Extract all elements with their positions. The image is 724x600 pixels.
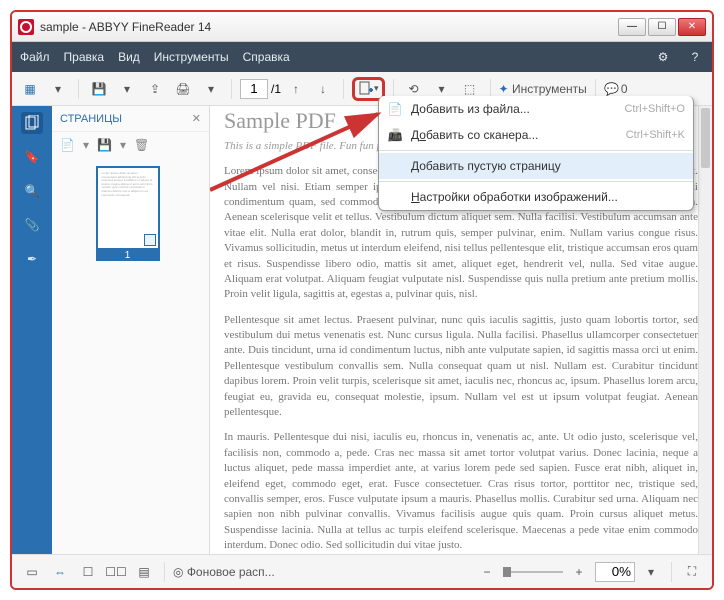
fit-width-icon[interactable]: ⇔ [48, 560, 72, 584]
layout-2-icon[interactable]: ☐☐ [104, 560, 128, 584]
print-button[interactable]: 🖨 [171, 77, 195, 101]
menu-view[interactable]: Вид [118, 50, 140, 64]
scanner-icon: 📠 [387, 128, 403, 142]
add-page-dropdown: 📄 ДДобавить из файла...обавить из файла.… [378, 96, 694, 211]
pages-tab-icon[interactable] [21, 112, 43, 134]
menu-help[interactable]: Справка [243, 50, 290, 64]
search-tab-icon[interactable]: 🔍 [21, 180, 43, 202]
zoom-out-button[interactable]: − [475, 560, 499, 584]
fit-page-icon[interactable]: ▭ [20, 560, 44, 584]
panel-save-icon[interactable]: 💾 [97, 138, 112, 152]
close-button[interactable]: ✕ [678, 18, 706, 36]
dropdown-image-settings[interactable]: Настройки обработки изображений... [379, 184, 693, 210]
doc-paragraph: Pellentesque sit amet lectus. Praesent p… [224, 313, 698, 421]
zoom-input[interactable] [595, 562, 635, 582]
dropdown-add-from-file[interactable]: 📄 ДДобавить из файла...обавить из файла.… [379, 96, 693, 122]
panel-save-dd[interactable]: ▾ [120, 138, 126, 152]
print-dd[interactable]: ▾ [199, 77, 223, 101]
page-down-button[interactable]: ↓ [311, 77, 335, 101]
signatures-tab-icon[interactable]: ✒ [21, 248, 43, 270]
export-button[interactable]: ⇪ [143, 77, 167, 101]
app-icon [18, 19, 34, 35]
help-icon[interactable]: ? [686, 48, 704, 66]
panel-delete-icon[interactable]: 🗑 [134, 138, 149, 152]
background-ocr-button[interactable]: ◎ Фоновое расп... [173, 560, 275, 584]
menubar: Файл Правка Вид Инструменты Справка ⚙ ? [12, 42, 712, 72]
settings-icon[interactable]: ⚙ [654, 48, 672, 66]
page-current-input[interactable] [240, 79, 268, 99]
zoom-in-button[interactable]: + [567, 560, 591, 584]
page-up-button[interactable]: ↑ [284, 77, 308, 101]
bottom-toolbar: ▭ ⇔ ☐ ☐☐ ▤ ◎ Фоновое расп... − + ▾ ⛶ [12, 554, 712, 588]
attachments-tab-icon[interactable]: 📎 [21, 214, 43, 236]
menu-edit[interactable]: Правка [64, 50, 105, 64]
layout-1-icon[interactable]: ☐ [76, 560, 100, 584]
save-dd[interactable]: ▾ [115, 77, 139, 101]
panel-add-icon[interactable]: 📄 [60, 138, 75, 152]
dropdown-add-from-scanner[interactable]: 📠 Добавить со сканера... Ctrl+Shift+K [379, 122, 693, 148]
panel-title: СТРАНИЦЫ [60, 113, 122, 125]
menu-tools[interactable]: Инструменты [154, 50, 229, 64]
fullscreen-icon[interactable]: ⛶ [680, 560, 704, 584]
page-total: /1 [271, 82, 281, 96]
layout-3-icon[interactable]: ▤ [132, 560, 156, 584]
doc-paragraph: In mauris. Pellentesque dui nisi, iaculi… [224, 430, 698, 553]
left-sidebar: 🔖 🔍 📎 ✒ [12, 106, 52, 554]
bookmarks-tab-icon[interactable]: 🔖 [21, 146, 43, 168]
panel-close-icon[interactable]: ✕ [192, 112, 201, 125]
new-doc-button[interactable]: ▦ [18, 77, 42, 101]
zoom-slider[interactable] [503, 560, 563, 584]
titlebar: sample - ABBYY FineReader 14 — ☐ ✕ [12, 12, 712, 42]
dropdown-add-blank-page[interactable]: Добавить пустую страницу [379, 153, 693, 179]
menu-file[interactable]: Файл [20, 50, 50, 64]
save-button[interactable]: 💾 [87, 77, 111, 101]
panel-add-dd[interactable]: ▾ [83, 138, 89, 152]
zoom-dd[interactable]: ▾ [639, 560, 663, 584]
vertical-scrollbar[interactable] [698, 106, 712, 554]
new-doc-dd[interactable]: ▾ [46, 77, 70, 101]
page-thumbnail[interactable]: Lorem ipsum dolor sit amet consectetur a… [96, 166, 166, 261]
add-file-icon: 📄 [387, 102, 403, 116]
maximize-button[interactable]: ☐ [648, 18, 676, 36]
pages-panel: СТРАНИЦЫ ✕ 📄 ▾ 💾 ▾ 🗑 Lorem ipsum dolor s… [52, 106, 210, 554]
minimize-button[interactable]: — [618, 18, 646, 36]
window-title: sample - ABBYY FineReader 14 [40, 20, 618, 34]
